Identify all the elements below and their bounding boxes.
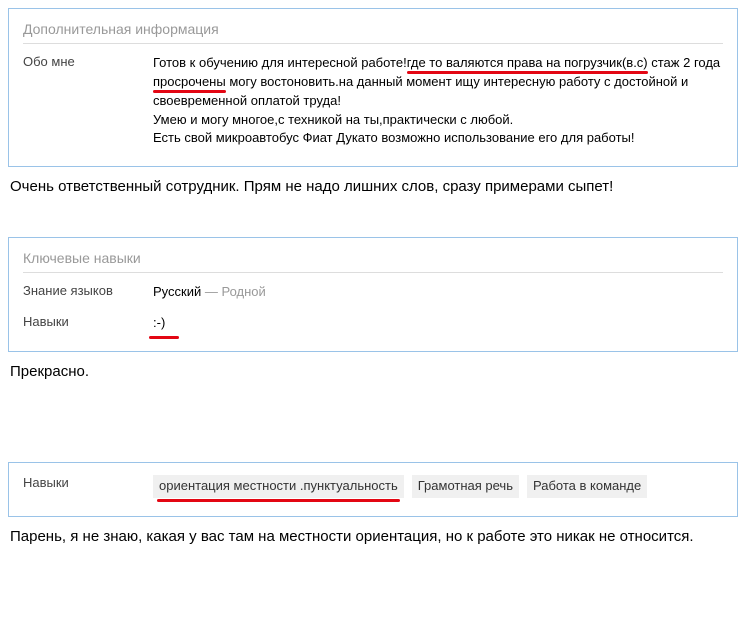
commentary-3: Парень, я не знаю, какая у вас там на ме… bbox=[10, 527, 736, 547]
skills-tags-value: ориентация местности .пунктуальность Гра… bbox=[153, 475, 723, 498]
about-text-underlined-1: где то валяются права на погрузчик(в.с) bbox=[407, 55, 648, 70]
panel-key-skills: Ключевые навыки Знание языков Русский — … bbox=[8, 237, 738, 352]
skill-tag: ориентация местности .пунктуальность bbox=[153, 475, 404, 498]
panel-header: Дополнительная информация bbox=[23, 21, 723, 44]
panel-header: Ключевые навыки bbox=[23, 250, 723, 273]
about-text-1c: стаж 2 года bbox=[648, 55, 721, 70]
skills-label: Навыки bbox=[23, 475, 153, 498]
skill-tag: Грамотная речь bbox=[412, 475, 519, 498]
skills-smiley: :-) bbox=[153, 314, 165, 333]
about-text-1a: Готов к обучению для интересной работе! bbox=[153, 55, 407, 70]
language-name: Русский bbox=[153, 284, 201, 299]
commentary-2: Прекрасно. bbox=[10, 362, 736, 382]
skill-tag: Работа в команде bbox=[527, 475, 647, 498]
about-text-1e: могу востоновить.на данный момент ищу ин… bbox=[153, 74, 688, 108]
panel-additional-info: Дополнительная информация Обо мне Готов … bbox=[8, 8, 738, 167]
skills-tags-row: Навыки ориентация местности .пунктуально… bbox=[23, 475, 723, 498]
languages-label: Знание языков bbox=[23, 283, 153, 302]
about-value: Готов к обучению для интересной работе!г… bbox=[153, 54, 723, 148]
skills-label: Навыки bbox=[23, 314, 153, 333]
language-sep: — bbox=[201, 284, 221, 299]
skills-value: :-) bbox=[153, 314, 723, 333]
about-label: Обо мне bbox=[23, 54, 153, 148]
about-row: Обо мне Готов к обучению для интересной … bbox=[23, 54, 723, 148]
skills-row: Навыки :-) bbox=[23, 314, 723, 333]
panel-skills-tags: Навыки ориентация местности .пунктуально… bbox=[8, 462, 738, 517]
languages-row: Знание языков Русский — Родной bbox=[23, 283, 723, 302]
language-level: Родной bbox=[221, 284, 265, 299]
languages-value: Русский — Родной bbox=[153, 283, 723, 302]
about-text-underlined-2: просрочены bbox=[153, 74, 226, 89]
about-text-2: Умею и могу многое,с техникой на ты,прак… bbox=[153, 112, 513, 127]
about-text-3: Есть свой микроавтобус Фиат Дукато возмо… bbox=[153, 130, 634, 145]
commentary-1: Очень ответственный сотрудник. Прям не н… bbox=[10, 177, 736, 197]
